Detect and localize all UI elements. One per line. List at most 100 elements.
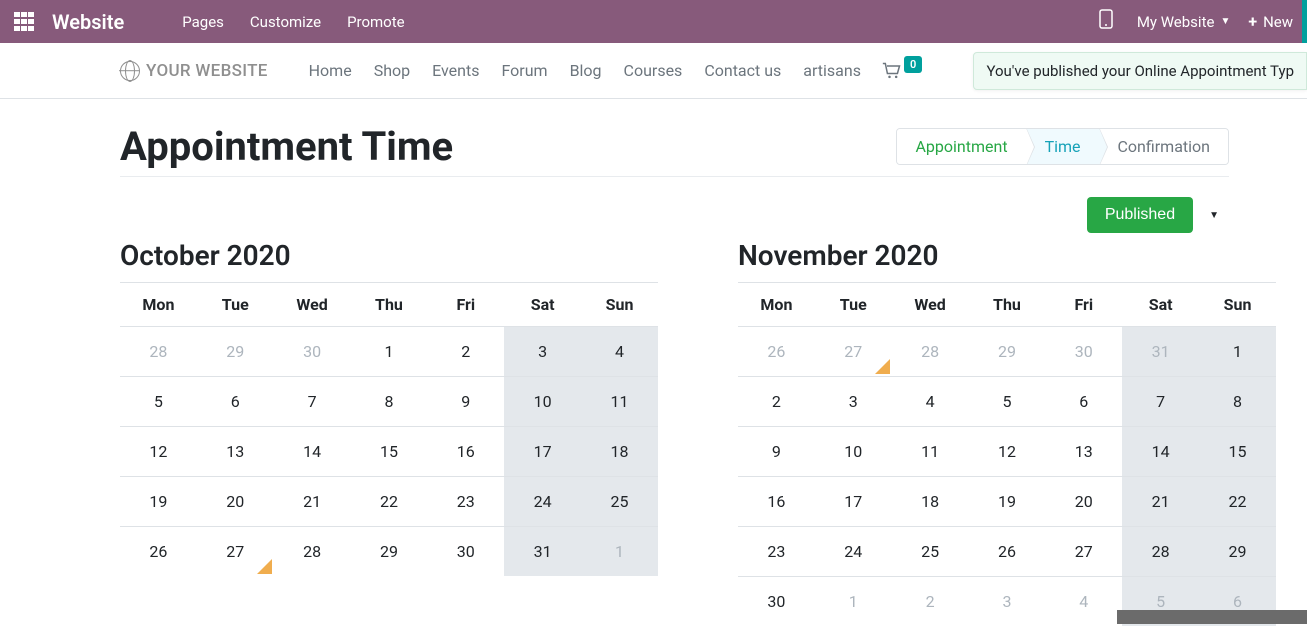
calendar-day[interactable]: 4 [581,327,658,377]
nav-forum[interactable]: Forum [490,61,558,80]
step-appointment[interactable]: Appointment [897,129,1025,164]
calendar-day[interactable]: 20 [197,477,274,527]
calendar-day[interactable]: 5 [969,377,1046,427]
calendar-day[interactable]: 14 [274,427,351,477]
nav-contact[interactable]: Contact us [693,61,792,80]
calendar-day[interactable]: 19 [120,477,197,527]
calendar-day[interactable]: 27 [197,527,274,577]
calendar-day[interactable]: 16 [738,477,815,527]
calendar-day[interactable]: 30 [427,527,504,577]
calendar-day[interactable]: 27 [1045,527,1122,577]
calendar-day[interactable]: 12 [120,427,197,477]
calendar-day[interactable]: 24 [504,477,581,527]
nav-blog[interactable]: Blog [559,61,613,80]
calendar-day[interactable]: 22 [351,477,428,527]
calendar-day[interactable]: 13 [1045,427,1122,477]
nav-home[interactable]: Home [298,61,363,80]
calendar-day[interactable]: 27 [815,327,892,377]
calendar-day[interactable]: 6 [1045,377,1122,427]
calendar-day[interactable]: 31 [504,527,581,577]
calendar-day[interactable]: 17 [815,477,892,527]
nav-artisans[interactable]: artisans [792,61,872,80]
calendar-day[interactable]: 30 [738,577,815,626]
calendar-day[interactable]: 29 [351,527,428,577]
calendar-day[interactable]: 8 [351,377,428,427]
calendar-day[interactable]: 1 [581,527,658,577]
calendar-day[interactable]: 3 [969,577,1046,626]
new-button[interactable]: + New [1248,12,1293,31]
step-time[interactable]: Time [1026,129,1099,164]
calendar-day[interactable]: 9 [427,377,504,427]
calendar-day[interactable]: 11 [892,427,969,477]
calendar-day[interactable]: 3 [815,377,892,427]
calendar-day[interactable]: 2 [427,327,504,377]
calendar-day[interactable]: 19 [969,477,1046,527]
calendar-day[interactable]: 1 [1199,327,1276,377]
calendar-day[interactable]: 4 [892,377,969,427]
calendar-day[interactable]: 26 [738,327,815,377]
my-website-dropdown[interactable]: My Website ▼ [1137,13,1231,31]
apps-icon[interactable] [14,12,34,32]
calendar-day[interactable]: 22 [1199,477,1276,527]
calendar-day[interactable]: 30 [274,327,351,377]
calendar-day[interactable]: 21 [1122,477,1199,527]
calendar-day[interactable]: 3 [504,327,581,377]
calendar-day[interactable]: 11 [581,377,658,427]
calendar-day[interactable]: 10 [815,427,892,477]
calendar-day[interactable]: 13 [197,427,274,477]
calendar-day[interactable]: 23 [427,477,504,527]
nav-courses[interactable]: Courses [613,61,694,80]
calendar-day[interactable]: 29 [197,327,274,377]
nav-promote[interactable]: Promote [334,13,418,31]
calendar-day[interactable]: 2 [892,577,969,626]
calendar-day[interactable]: 7 [274,377,351,427]
calendar-day[interactable]: 18 [892,477,969,527]
nav-events[interactable]: Events [421,61,490,80]
calendar-day[interactable]: 28 [120,327,197,377]
calendar-day[interactable]: 26 [969,527,1046,577]
calendar-day[interactable]: 1 [351,327,428,377]
site-logo[interactable]: YOUR WEBSITE [120,61,268,81]
calendar-day[interactable]: 26 [120,527,197,577]
calendar-day[interactable]: 28 [892,327,969,377]
calendar-day[interactable]: 31 [1122,327,1199,377]
calendar-day[interactable]: 29 [969,327,1046,377]
calendar-day[interactable]: 7 [1122,377,1199,427]
nav-pages[interactable]: Pages [169,13,237,31]
calendar-table-left: MonTueWedThuFriSatSun 282930123456789101… [120,283,658,576]
published-dropdown-caret-icon[interactable]: ▼ [1203,204,1225,227]
teal-stripe [1302,0,1307,43]
calendar-day[interactable]: 21 [274,477,351,527]
calendar-day[interactable]: 20 [1045,477,1122,527]
calendar-day[interactable]: 16 [427,427,504,477]
calendar-day[interactable]: 14 [1122,427,1199,477]
calendar-day[interactable]: 28 [274,527,351,577]
calendar-day[interactable]: 5 [120,377,197,427]
calendar-day[interactable]: 15 [351,427,428,477]
cart-button[interactable]: 0 [882,62,922,80]
calendar-day[interactable]: 9 [738,427,815,477]
calendar-day[interactable]: 17 [504,427,581,477]
calendar-day[interactable]: 28 [1122,527,1199,577]
nav-customize[interactable]: Customize [237,13,334,31]
calendar-day[interactable]: 1 [815,577,892,626]
nav-shop[interactable]: Shop [363,61,421,80]
calendar-day[interactable]: 29 [1199,527,1276,577]
calendar-day[interactable]: 24 [815,527,892,577]
step-confirmation[interactable]: Confirmation [1099,129,1228,164]
calendar-day[interactable]: 30 [1045,327,1122,377]
step1-label: Appointment [915,137,1007,156]
calendar-day[interactable]: 15 [1199,427,1276,477]
calendar-day[interactable]: 23 [738,527,815,577]
calendar-day[interactable]: 2 [738,377,815,427]
mobile-preview-icon[interactable] [1093,9,1119,34]
calendar-day[interactable]: 12 [969,427,1046,477]
calendar-day[interactable]: 25 [892,527,969,577]
calendar-day[interactable]: 8 [1199,377,1276,427]
calendar-day[interactable]: 18 [581,427,658,477]
published-button[interactable]: Published [1087,197,1193,233]
calendar-day[interactable]: 25 [581,477,658,527]
calendar-day[interactable]: 4 [1045,577,1122,626]
calendar-day[interactable]: 6 [197,377,274,427]
calendar-day[interactable]: 10 [504,377,581,427]
